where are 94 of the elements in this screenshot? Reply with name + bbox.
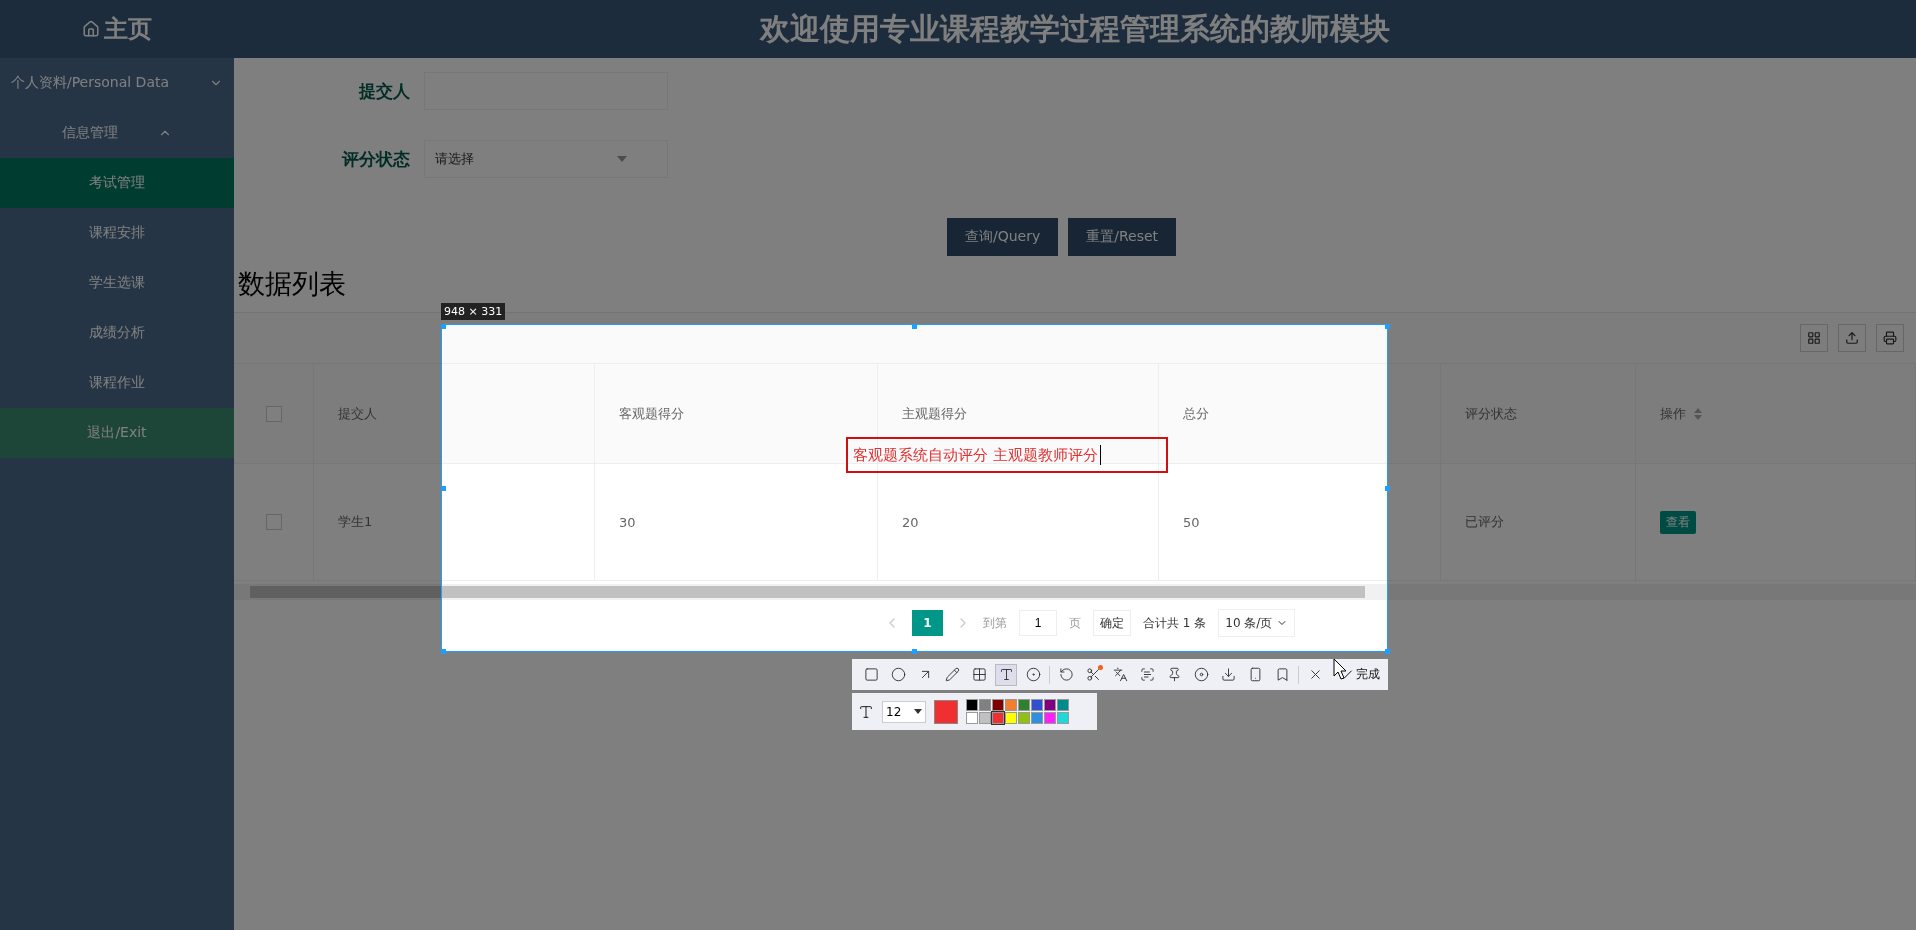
field-label: 提交人 bbox=[357, 79, 411, 103]
color-swatch[interactable] bbox=[1044, 699, 1056, 711]
rectangle-icon bbox=[863, 667, 879, 682]
caret-icon bbox=[914, 709, 922, 714]
section-title: 数据列表 bbox=[238, 267, 347, 301]
menu-group[interactable]: 个人资料/Personal Data bbox=[0, 58, 234, 108]
color-swatch[interactable] bbox=[966, 712, 978, 724]
resize-handle[interactable] bbox=[441, 324, 446, 329]
column-header: 评分状态 bbox=[1465, 404, 1517, 423]
export-icon bbox=[1845, 331, 1859, 345]
home-link[interactable]: 主页 bbox=[104, 13, 152, 45]
page-size-select[interactable]: 10 条/页 bbox=[1218, 609, 1296, 637]
select-field[interactable]: 请选择 bbox=[424, 140, 668, 178]
column-header: 主观题得分 bbox=[902, 404, 967, 423]
print-icon bbox=[1883, 331, 1897, 345]
annotation-text: 客观题系统自动评分 主观题教师评分 bbox=[853, 445, 1098, 465]
resize-handle[interactable] bbox=[1385, 486, 1390, 491]
resize-handle[interactable] bbox=[1385, 324, 1390, 329]
resize-handle[interactable] bbox=[912, 649, 917, 654]
color-swatch[interactable] bbox=[1005, 712, 1017, 724]
grid-icon bbox=[1807, 331, 1821, 345]
cell-text: 学生1 bbox=[338, 513, 373, 531]
query-button[interactable]: 查询/Query bbox=[947, 218, 1059, 256]
translate-icon bbox=[1112, 667, 1128, 682]
checkbox[interactable] bbox=[265, 405, 282, 422]
menu-group[interactable]: 信息管理 bbox=[0, 108, 234, 158]
font-size-select[interactable]: 12 bbox=[882, 700, 926, 723]
export-button[interactable] bbox=[1838, 324, 1866, 352]
text-icon bbox=[998, 667, 1014, 682]
color-swatch[interactable] bbox=[1057, 699, 1069, 711]
page-input[interactable]: 1 bbox=[1019, 610, 1057, 636]
column-header: 总分 bbox=[1183, 404, 1209, 423]
undo-icon bbox=[1058, 667, 1074, 682]
print-button[interactable] bbox=[1876, 324, 1904, 352]
page-unit: 页 bbox=[1069, 614, 1081, 632]
column-header: 操作 bbox=[1660, 404, 1686, 423]
current-color-swatch[interactable] bbox=[934, 699, 958, 724]
cell-text: 20 bbox=[902, 514, 919, 530]
mosaic-icon bbox=[971, 667, 987, 682]
scan-text-icon bbox=[1139, 667, 1155, 682]
color-swatch[interactable] bbox=[1018, 699, 1030, 711]
cell-text: 已评分 bbox=[1465, 513, 1504, 531]
menu-item[interactable]: 学生选课 bbox=[0, 258, 234, 308]
logout-menu-item[interactable]: 退出/Exit bbox=[0, 408, 234, 458]
page-title: 欢迎使用专业课程教学过程管理系统的教师模块 bbox=[758, 9, 1391, 48]
color-swatch[interactable] bbox=[979, 712, 991, 724]
color-swatch[interactable] bbox=[1044, 712, 1056, 724]
tool-button[interactable] bbox=[995, 663, 1017, 686]
checkbox[interactable] bbox=[265, 514, 282, 530]
bookmark-icon bbox=[1274, 667, 1290, 682]
pencil-icon bbox=[944, 667, 960, 682]
color-swatch[interactable] bbox=[979, 699, 991, 711]
record-icon bbox=[1193, 667, 1209, 682]
sort-icon[interactable] bbox=[1694, 407, 1702, 420]
resize-handle[interactable] bbox=[441, 649, 446, 654]
menu-item[interactable]: 课程作业 bbox=[0, 358, 234, 408]
color-swatch[interactable] bbox=[966, 699, 978, 711]
total-count: 合计共 1 条 bbox=[1143, 614, 1207, 632]
color-swatch[interactable] bbox=[992, 699, 1004, 711]
column-header: 客观题得分 bbox=[619, 404, 684, 423]
page-button[interactable]: 1 bbox=[912, 610, 943, 636]
column-header: 提交人 bbox=[338, 404, 377, 423]
resize-handle[interactable] bbox=[1385, 649, 1390, 654]
menu-item[interactable]: 成绩分析 bbox=[0, 308, 234, 358]
cursor-icon bbox=[1333, 658, 1347, 680]
scroll-thumb[interactable] bbox=[250, 586, 1365, 598]
phone-icon bbox=[1247, 667, 1263, 682]
color-swatch[interactable] bbox=[992, 712, 1004, 724]
resize-handle[interactable] bbox=[912, 324, 917, 329]
color-swatch[interactable] bbox=[1005, 699, 1017, 711]
confirm-button[interactable]: 确定 bbox=[1093, 610, 1131, 636]
color-swatch[interactable] bbox=[1031, 699, 1043, 711]
size-label: 948 × 331 bbox=[441, 303, 506, 320]
menu-item[interactable]: 课程安排 bbox=[0, 208, 234, 258]
view-button[interactable]: 查看 bbox=[1660, 510, 1696, 534]
color-swatch[interactable] bbox=[1018, 712, 1030, 724]
download-icon bbox=[1220, 667, 1236, 682]
text-icon bbox=[858, 703, 874, 720]
columns-button[interactable] bbox=[1800, 324, 1828, 352]
color-swatch[interactable] bbox=[1057, 712, 1069, 724]
home-icon bbox=[82, 20, 100, 38]
cell-text: 50 bbox=[1183, 514, 1200, 530]
reset-button[interactable]: 重置/Reset bbox=[1068, 218, 1177, 256]
circle-icon bbox=[890, 667, 906, 682]
pin-icon bbox=[1166, 667, 1182, 682]
caret-icon bbox=[617, 156, 627, 162]
goto-label: 到第 bbox=[983, 614, 1007, 632]
menu-item[interactable]: 考试管理 bbox=[0, 158, 234, 208]
cell-text: 30 bbox=[619, 514, 636, 530]
scissors-icon bbox=[1085, 667, 1101, 682]
field-label: 评分状态 bbox=[340, 147, 411, 171]
resize-handle[interactable] bbox=[441, 486, 446, 491]
color-swatch[interactable] bbox=[1031, 712, 1043, 724]
circle-dot-icon bbox=[1025, 667, 1041, 682]
